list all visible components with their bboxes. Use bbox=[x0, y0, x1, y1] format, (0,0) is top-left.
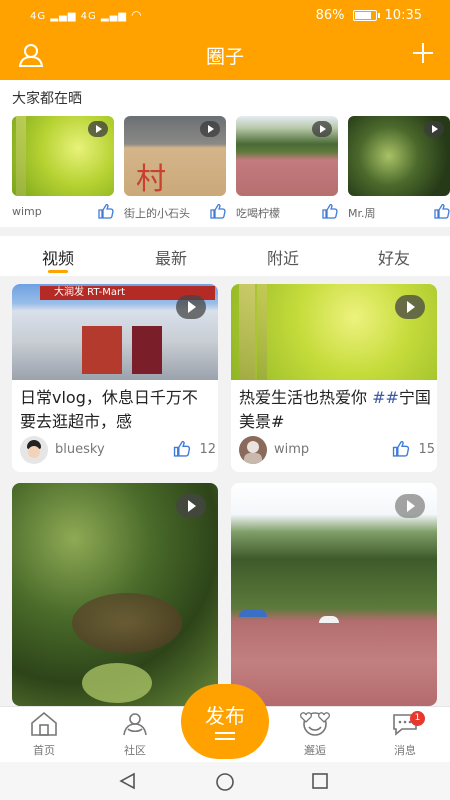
nav-home-label: 首页 bbox=[33, 744, 55, 757]
banner-decoration bbox=[132, 326, 162, 374]
nav-messages[interactable]: 消息 bbox=[373, 711, 437, 758]
publish-button[interactable]: 发布 bbox=[181, 684, 269, 759]
hashtag[interactable]: ## bbox=[372, 388, 399, 407]
thumbnail-art: 村 bbox=[136, 162, 166, 196]
card-caption: 日常vlog，休息日千万不要去逛超市，感 bbox=[20, 388, 198, 431]
share-author: Mr.周 bbox=[348, 207, 376, 220]
thumbs-up-icon[interactable] bbox=[322, 204, 338, 219]
tab-friends[interactable]: 好友 bbox=[364, 245, 424, 269]
share-author: 吃喝柠檬 bbox=[236, 207, 280, 220]
tab-nearby[interactable]: 附近 bbox=[253, 245, 313, 269]
avatar[interactable] bbox=[20, 436, 48, 464]
thumbs-up-icon[interactable] bbox=[210, 204, 226, 219]
message-badge: 1 bbox=[410, 711, 425, 726]
system-nav-bar bbox=[0, 762, 450, 800]
video-thumbnail[interactable] bbox=[12, 483, 218, 706]
play-icon bbox=[176, 494, 206, 518]
caption-text: 热爱生活也热爱你 bbox=[239, 388, 373, 407]
video-card[interactable]: 大润发 RT-Mart 日常vlog，休息日千万不要去逛超市，感 bluesky… bbox=[12, 284, 218, 472]
like-count: 15 bbox=[418, 441, 435, 457]
card-author[interactable]: bluesky bbox=[55, 442, 105, 457]
home-icon bbox=[31, 711, 57, 736]
nav-encounter-label: 邂逅 bbox=[304, 744, 326, 757]
play-icon bbox=[176, 295, 206, 319]
signal-1-label: 4G bbox=[30, 11, 47, 22]
nav-community-label: 社区 bbox=[124, 744, 146, 757]
play-icon bbox=[200, 121, 220, 137]
video-thumbnail[interactable] bbox=[231, 483, 437, 706]
battery-level bbox=[354, 12, 371, 19]
battery-icon bbox=[352, 10, 380, 21]
nav-messages-label: 消息 bbox=[394, 744, 416, 757]
clock: 10:35 bbox=[384, 8, 422, 23]
leaf-decoration bbox=[82, 663, 152, 703]
video-card[interactable]: 热爱生活也热爱你 ##宁国美景# wimp 15 bbox=[231, 284, 437, 472]
avatar[interactable] bbox=[239, 436, 267, 464]
encounter-icon bbox=[299, 712, 331, 736]
app-bar: 圈子 bbox=[0, 32, 450, 80]
card-author[interactable]: wimp bbox=[274, 442, 309, 457]
grass-decoration bbox=[257, 284, 267, 380]
share-thumbnail[interactable] bbox=[236, 116, 338, 196]
umbrella-decoration bbox=[319, 616, 339, 623]
home-circle-icon[interactable] bbox=[214, 771, 236, 793]
banner-decoration bbox=[82, 326, 122, 374]
share-thumbnail[interactable] bbox=[348, 116, 450, 196]
thumbs-up-icon[interactable] bbox=[392, 441, 410, 457]
publish-label: 发布 bbox=[205, 704, 245, 728]
share-item[interactable]: 村 街上的小石头 bbox=[124, 116, 226, 220]
play-icon bbox=[424, 121, 444, 137]
nav-home[interactable]: 首页 bbox=[12, 711, 76, 758]
shares-title: 大家都在晒 bbox=[12, 91, 82, 107]
tab-latest[interactable]: 最新 bbox=[141, 245, 201, 269]
signal-bars-icon: ▂▄▆ bbox=[50, 11, 77, 22]
recent-apps-icon[interactable] bbox=[311, 772, 329, 790]
share-author: 街上的小石头 bbox=[124, 207, 190, 220]
nav-community[interactable]: 社区 bbox=[103, 711, 167, 758]
add-icon[interactable] bbox=[412, 42, 434, 64]
share-author: wimp bbox=[12, 205, 42, 218]
card-caption: 热爱生活也热爱你 ##宁国美景# bbox=[239, 386, 431, 434]
grass-decoration bbox=[239, 284, 255, 380]
share-thumbnail[interactable]: 村 bbox=[124, 116, 226, 196]
video-thumbnail[interactable]: 大润发 RT-Mart bbox=[12, 284, 218, 380]
share-item[interactable]: 吃喝柠檬 bbox=[236, 116, 338, 220]
shares-section: 大家都在晒 wimp 村 街上的小石头 吃喝柠檬 Mr.周 bbox=[0, 80, 450, 227]
back-icon[interactable] bbox=[118, 772, 138, 790]
nav-encounter[interactable]: 邂逅 bbox=[283, 711, 347, 758]
thumbs-up-icon[interactable] bbox=[98, 204, 114, 219]
signal-2-label: 4G bbox=[80, 11, 97, 22]
video-thumbnail[interactable] bbox=[231, 284, 437, 380]
signal-bars-icon: ▂▄▆ bbox=[100, 11, 127, 22]
page-title: 圈子 bbox=[205, 46, 244, 68]
video-card[interactable] bbox=[12, 483, 218, 706]
wifi-icon: ◠ bbox=[131, 8, 143, 22]
tab-video[interactable]: 视频 bbox=[28, 245, 88, 269]
status-bar: 4G ▂▄▆ 4G ▂▄▆ ◠ 86% 10:35 bbox=[0, 0, 450, 32]
tab-bar: 视频 最新 附近 好友 bbox=[0, 236, 450, 276]
thumbs-up-icon[interactable] bbox=[173, 441, 191, 457]
play-icon bbox=[312, 121, 332, 137]
video-card[interactable] bbox=[231, 483, 437, 706]
play-icon bbox=[88, 121, 108, 137]
battery-percent: 86% bbox=[315, 8, 345, 23]
like-count: 12 bbox=[199, 441, 216, 457]
thumbs-up-icon[interactable] bbox=[434, 204, 450, 219]
play-icon bbox=[395, 494, 425, 518]
publish-line bbox=[215, 738, 235, 740]
publish-line bbox=[215, 732, 235, 734]
play-icon bbox=[395, 295, 425, 319]
share-thumbnail[interactable] bbox=[12, 116, 114, 196]
signal-indicators: 4G ▂▄▆ 4G ▂▄▆ ◠ bbox=[30, 8, 143, 22]
share-item[interactable]: wimp bbox=[12, 116, 114, 219]
kiwi-decoration bbox=[72, 593, 182, 653]
umbrella-decoration bbox=[239, 609, 267, 617]
active-tab-indicator bbox=[48, 270, 68, 273]
share-item[interactable]: Mr.周 bbox=[348, 116, 450, 220]
community-icon bbox=[123, 713, 147, 736]
